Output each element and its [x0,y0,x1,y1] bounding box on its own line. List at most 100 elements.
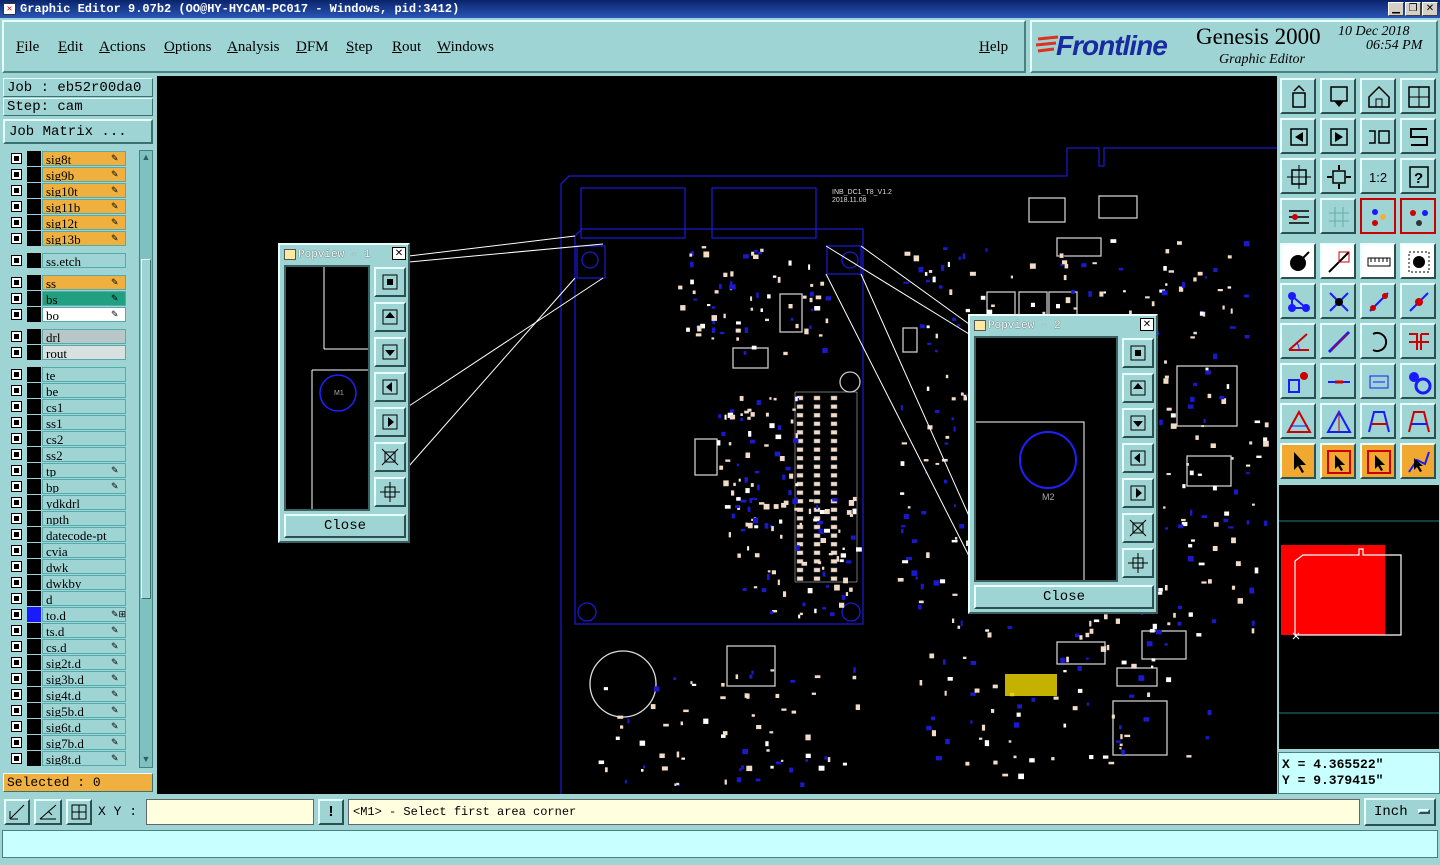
layer-checkbox[interactable] [11,309,22,320]
layer-affected-indicator[interactable] [27,463,41,478]
layer-name[interactable]: be [42,383,126,398]
layer-checkbox[interactable] [11,593,22,604]
menu-rout[interactable]: Rout [392,39,421,56]
zoom-home-button[interactable] [1280,78,1316,114]
popview-1-pan-left-button[interactable] [374,372,406,402]
home-view-icon[interactable] [1360,78,1396,114]
layer-name[interactable]: ss2 [42,447,126,462]
help-question-icon[interactable]: ? [1400,158,1436,194]
pointer-select-icon[interactable] [1280,443,1316,479]
layer-affected-indicator[interactable] [27,447,41,462]
add-node-icon[interactable] [1400,283,1436,319]
layer-checkbox[interactable] [11,255,22,266]
layer-name[interactable]: cvia [42,543,126,558]
popview-2-zoom-out-button[interactable] [1122,548,1154,578]
diagonal-line-icon[interactable] [1320,323,1356,359]
popview-2-zoom-fit-button[interactable] [1122,338,1154,368]
arc-icon[interactable] [1360,323,1396,359]
layer-row[interactable]: bo ✎ [3,307,138,322]
layer-name[interactable]: ydkdrl [42,495,126,510]
angle-line-icon[interactable] [1280,323,1316,359]
layer-affected-indicator[interactable] [27,559,41,574]
layer-affected-indicator[interactable] [27,431,41,446]
layer-row[interactable]: sig2t.d ✎ [3,655,138,670]
popview-2-pan-down-button[interactable] [1122,408,1154,438]
layer-checkbox[interactable] [11,347,22,358]
layer-affected-indicator[interactable] [27,623,41,638]
layer-affected-indicator[interactable] [27,575,41,590]
menu-options[interactable]: Options [164,39,212,56]
job-matrix-button[interactable]: Job Matrix ... [3,119,153,144]
ruler-icon[interactable] [1360,243,1396,279]
layer-affected-indicator[interactable] [27,607,41,622]
popview-2-titlebar[interactable]: Popview - 2 [972,318,1154,334]
layer-checkbox[interactable] [11,497,22,508]
layer-name[interactable]: dwk [42,559,126,574]
layer-row[interactable]: d [3,591,138,606]
layer-checkbox[interactable] [11,561,22,572]
layer-checkbox[interactable] [11,577,22,588]
popview-1-close-button[interactable]: Close [284,514,406,538]
layer-name[interactable]: datecode-pt [42,527,126,542]
layer-row[interactable]: bp ✎ [3,479,138,494]
zoom-selection-icon[interactable] [1320,158,1356,194]
layer-checkbox[interactable] [11,201,22,212]
layer-affected-indicator[interactable] [27,151,41,166]
zoom-back-icon[interactable] [1360,118,1396,154]
layer-checkbox[interactable] [11,217,22,228]
layer-affected-indicator[interactable] [27,291,41,306]
layer-list-scrollbar[interactable]: ▲ ▼ [139,150,153,768]
menu-step[interactable]: Step [346,39,373,56]
popview-2-close-icon[interactable]: ✕ [1140,318,1154,331]
layer-checkbox[interactable] [11,417,22,428]
unit-selector[interactable]: Inch [1364,798,1436,826]
layer-affected-indicator[interactable] [27,199,41,214]
layer-checkbox[interactable] [11,465,22,476]
layer-affected-indicator[interactable] [27,415,41,430]
layer-name[interactable]: d [42,591,126,606]
layer-row[interactable]: ydkdrl [3,495,138,510]
layer-row[interactable]: be [3,383,138,398]
segment-icon[interactable] [1320,363,1356,399]
layer-affected-indicator[interactable] [27,751,41,766]
layer-row[interactable]: sig4t.d ✎ [3,687,138,702]
menu-edit[interactable]: Edit [58,39,83,56]
layer-row[interactable]: ss2 [3,447,138,462]
popview-2-pan-right-button[interactable] [1122,478,1154,508]
layer-checkbox[interactable] [11,737,22,748]
popview-2-pan-left-button[interactable] [1122,443,1154,473]
layer-checkbox[interactable] [11,689,22,700]
menu-windows[interactable]: Windows [437,39,494,56]
select-circle-tool-icon[interactable] [1280,243,1316,279]
maximize-button[interactable]: ❐ [1405,2,1421,16]
layer-checkbox[interactable] [11,721,22,732]
layer-row[interactable]: dwkby [3,575,138,590]
layer-name[interactable]: npth [42,511,126,526]
layer-affected-indicator[interactable] [27,543,41,558]
popview-1-pan-down-button[interactable] [374,337,406,367]
layer-row[interactable]: ss1 [3,415,138,430]
popview-2-zoom-in-button[interactable] [1122,513,1154,543]
layer-checkbox[interactable] [11,433,22,444]
node-connect-icon[interactable] [1280,283,1316,319]
layer-row[interactable]: sig8t.d ✎ [3,751,138,766]
layer-affected-indicator[interactable] [27,687,41,702]
popview-2-pan-up-button[interactable] [1122,373,1154,403]
snap-icon[interactable] [1400,118,1436,154]
layer-checkbox[interactable] [11,657,22,668]
arch-red-icon[interactable] [1400,403,1436,439]
alert-exclamation-icon[interactable]: ! [318,799,344,825]
layer-name[interactable]: drl [42,329,126,344]
layer-name[interactable]: dwkby [42,575,126,590]
popview-1-zoom-in-button[interactable] [374,442,406,472]
pad-edit-icon[interactable] [1280,363,1316,399]
popview-2-view[interactable]: M2 [974,336,1118,582]
layer-checkbox[interactable] [11,705,22,716]
layer-checkbox[interactable] [11,401,22,412]
layer-row[interactable]: sig7b.d ✎ [3,735,138,750]
layer-affected-indicator[interactable] [27,345,41,360]
layer-checkbox[interactable] [11,673,22,684]
triangle-blue-icon[interactable] [1320,403,1356,439]
layer-checkbox[interactable] [11,233,22,244]
layer-name[interactable]: rout [42,345,126,360]
